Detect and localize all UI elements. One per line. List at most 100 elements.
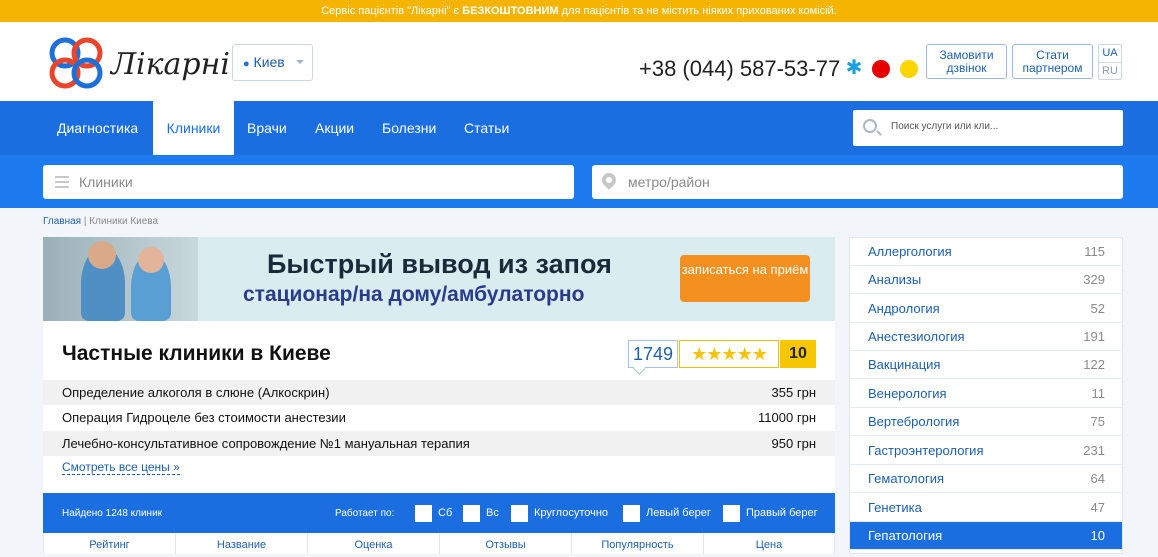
sidebar-item-anesthesiology[interactable]: Анестезиология 191 xyxy=(850,323,1122,351)
rating-stars: ★★★★★ xyxy=(679,340,779,368)
callback-button[interactable]: Замовити дзвінок xyxy=(926,44,1007,79)
price-name: Лечебно-консультативное сопровождение №1… xyxy=(62,436,470,451)
site-search-input[interactable]: Поиск услуги или кли... xyxy=(853,110,1123,146)
sidebar-item-label: Аллергология xyxy=(868,244,952,259)
filter-sunday-checkbox[interactable]: Вс xyxy=(463,504,499,522)
results-filter-bar: Найдено 1248 клиник Работает по: Сб Вс К… xyxy=(43,493,835,533)
price-value: 11000 грн xyxy=(758,410,816,425)
checkbox-label: Сб xyxy=(438,507,453,519)
logo-icon xyxy=(49,37,103,89)
sidebar-item-label: Вертебрология xyxy=(868,414,960,429)
sidebar-item-venereology[interactable]: Венерология 11 xyxy=(850,380,1122,408)
sidebar-item-genetics[interactable]: Генетика 47 xyxy=(850,494,1122,522)
nav-item-doctors[interactable]: Врачи xyxy=(235,101,299,155)
column-rating[interactable]: Рейтинг xyxy=(44,533,176,554)
nav-item-diseases[interactable]: Болезни xyxy=(370,101,448,155)
checkbox-label: Круглосуточно xyxy=(534,507,609,519)
checkbox-box xyxy=(415,504,432,522)
column-score[interactable]: Оценка xyxy=(308,533,440,554)
topbar-bold: БЕЗКОШТОВНИМ xyxy=(462,5,559,17)
checkbox-box xyxy=(511,504,528,522)
column-name[interactable]: Название xyxy=(176,533,308,554)
results-table-header: Рейтинг Название Оценка Отзывы Популярно… xyxy=(43,533,835,554)
reviews-count[interactable]: 1749 xyxy=(628,340,678,368)
topbar-prefix: Сервіс пацієнтів "Лікарні" є xyxy=(321,5,463,17)
breadcrumb-separator: | xyxy=(83,216,87,227)
nav-item-articles[interactable]: Статьи xyxy=(452,101,521,155)
sidebar-item-count: 329 xyxy=(1083,272,1105,287)
filter-bar: Клиники метро/район xyxy=(0,155,1158,208)
sidebar-item-vaccination[interactable]: Вакцинация 122 xyxy=(850,351,1122,379)
sidebar-item-hepatology[interactable]: Гепатология 10 xyxy=(850,522,1122,550)
sidebar-item-count: 231 xyxy=(1083,443,1105,458)
sidebar-item-count: 64 xyxy=(1090,471,1105,486)
breadcrumb: Главная | Клиники Киева xyxy=(43,216,158,227)
column-popularity[interactable]: Популярность xyxy=(572,533,704,554)
sidebar-item-count: 115 xyxy=(1084,244,1105,259)
phone-number[interactable]: +38 (044) 587-53-77 xyxy=(639,56,840,82)
logo-text: Лікарні xyxy=(111,47,230,82)
city-value: Киев xyxy=(253,54,285,70)
sidebar-item-count: 122 xyxy=(1083,357,1105,372)
checkbox-label: Вс xyxy=(486,507,499,519)
banner-photo xyxy=(43,237,198,321)
kyivstar-icon: ✱ xyxy=(845,57,863,79)
partner-button[interactable]: Стати партнером xyxy=(1012,44,1093,79)
rating-score: 10 xyxy=(780,340,816,368)
sidebar-item-label: Генетика xyxy=(868,500,922,515)
nav-item-promos[interactable]: Акции xyxy=(303,101,366,155)
sidebar-item-gastroenterology[interactable]: Гастроэнтерология 231 xyxy=(850,437,1122,465)
filter-right-bank-checkbox[interactable]: Правый берег xyxy=(723,504,818,522)
works-label: Работает по: xyxy=(335,508,395,519)
price-row: Определение алкоголя в слюне (Алкоскрин)… xyxy=(43,380,835,405)
all-prices-link[interactable]: Смотреть все цены » xyxy=(62,460,180,475)
sidebar-item-hematology[interactable]: Гематология 64 xyxy=(850,465,1122,493)
banner-cta-button[interactable]: записаться на приём xyxy=(680,255,810,302)
price-row: Лечебно-консультативное сопровождение №1… xyxy=(43,431,835,456)
location-filter-input[interactable]: метро/район xyxy=(592,165,1123,199)
clinic-filter-input[interactable]: Клиники xyxy=(43,165,574,199)
sidebar-item-label: Гепатология xyxy=(868,528,943,543)
sidebar-item-allergology[interactable]: Аллергология 115 xyxy=(850,238,1122,266)
sidebar-item-andrology[interactable]: Андрология 52 xyxy=(850,295,1122,323)
location-pin-icon: ● xyxy=(243,58,250,70)
sidebar-item-count: 191 xyxy=(1083,329,1105,344)
price-value: 950 грн xyxy=(771,436,816,451)
city-select[interactable]: ● Киев xyxy=(232,44,313,81)
page-title: Частные клиники в Киеве xyxy=(62,342,331,365)
location-filter-placeholder: метро/район xyxy=(628,174,710,190)
ad-banner[interactable]: Быстрый вывод из запоя стационар/на дому… xyxy=(43,237,835,321)
specialty-sidebar: Аллергология 115 Анализы 329 Андрология 52 … xyxy=(849,237,1123,554)
column-reviews[interactable]: Отзывы xyxy=(440,533,572,554)
checkbox-box xyxy=(723,504,740,522)
sidebar-item-label: Вакцинация xyxy=(868,357,941,372)
top-info-bar: Сервіс пацієнтів "Лікарні" є БЕЗКОШТОВНИ… xyxy=(0,0,1158,22)
sidebar-item-analyses[interactable]: Анализы 329 xyxy=(850,266,1122,294)
breadcrumb-home[interactable]: Главная xyxy=(43,216,81,227)
lang-ru[interactable]: RU xyxy=(1099,62,1121,79)
topbar-suffix: для пацієнтів та не містить ніяких прихо… xyxy=(558,5,837,17)
checkbox-label: Левый берег xyxy=(646,507,711,519)
checkbox-box xyxy=(463,504,480,522)
sidebar-item-label: Анестезиология xyxy=(868,329,965,344)
banner-subtitle: стационар/на дому/амбулаторно xyxy=(243,283,585,306)
price-name: Определение алкоголя в слюне (Алкоскрин) xyxy=(62,385,330,400)
main-nav: Диагностика Клиники Врачи Акции Болезни … xyxy=(0,101,1158,155)
filter-saturday-checkbox[interactable]: Сб xyxy=(415,504,452,522)
search-placeholder: Поиск услуги или кли... xyxy=(891,121,999,132)
filter-left-bank-checkbox[interactable]: Левый берег xyxy=(623,504,711,522)
price-value: 355 грн xyxy=(771,385,816,400)
search-icon xyxy=(863,119,877,133)
sidebar-item-count: 47 xyxy=(1090,500,1105,515)
clinics-summary-card: Частные клиники в Киеве 1749 ★★★★★ 10 Оп… xyxy=(43,321,835,493)
operator-icons: ✱ xyxy=(845,57,923,79)
sidebar-item-vertebrology[interactable]: Вертебрология 75 xyxy=(850,408,1122,436)
sidebar-item-count: 11 xyxy=(1091,386,1106,401)
nav-item-diagnostics[interactable]: Диагностика xyxy=(45,101,150,155)
lang-ua[interactable]: UA xyxy=(1099,45,1121,62)
column-price[interactable]: Цена xyxy=(704,533,835,554)
logo[interactable]: Лікарні xyxy=(45,33,230,93)
filter-24h-checkbox[interactable]: Круглосуточно xyxy=(511,504,608,522)
nav-item-clinics[interactable]: Клиники xyxy=(153,101,234,155)
map-pin-icon xyxy=(599,170,619,190)
